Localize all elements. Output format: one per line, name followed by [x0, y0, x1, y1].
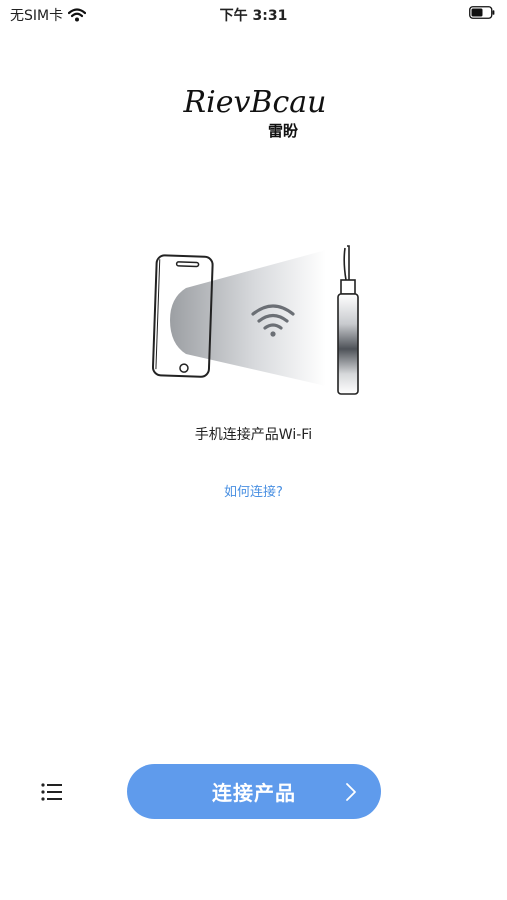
- status-bar: 无SIM卡 下午 3:31: [0, 0, 507, 28]
- how-to-connect-link[interactable]: 如何连接?: [0, 481, 507, 500]
- battery-icon: [469, 6, 495, 19]
- device-icon: [337, 245, 359, 395]
- brand-logo: RievBcau 雷盼: [183, 85, 327, 140]
- list-icon[interactable]: [36, 779, 68, 805]
- chevron-right-icon: [346, 783, 356, 801]
- connect-product-button[interactable]: 连接产品: [127, 764, 381, 819]
- connection-illustration: [151, 245, 359, 395]
- connect-instruction: 手机连接产品Wi-Fi: [194, 427, 313, 443]
- brand-logo-cn: 雷盼: [268, 122, 298, 140]
- connect-product-label: 连接产品: [212, 781, 296, 805]
- brand-logo-latin: RievBcau: [183, 85, 327, 120]
- signal-beam: [170, 250, 326, 386]
- status-time: 下午 3:31: [219, 8, 288, 24]
